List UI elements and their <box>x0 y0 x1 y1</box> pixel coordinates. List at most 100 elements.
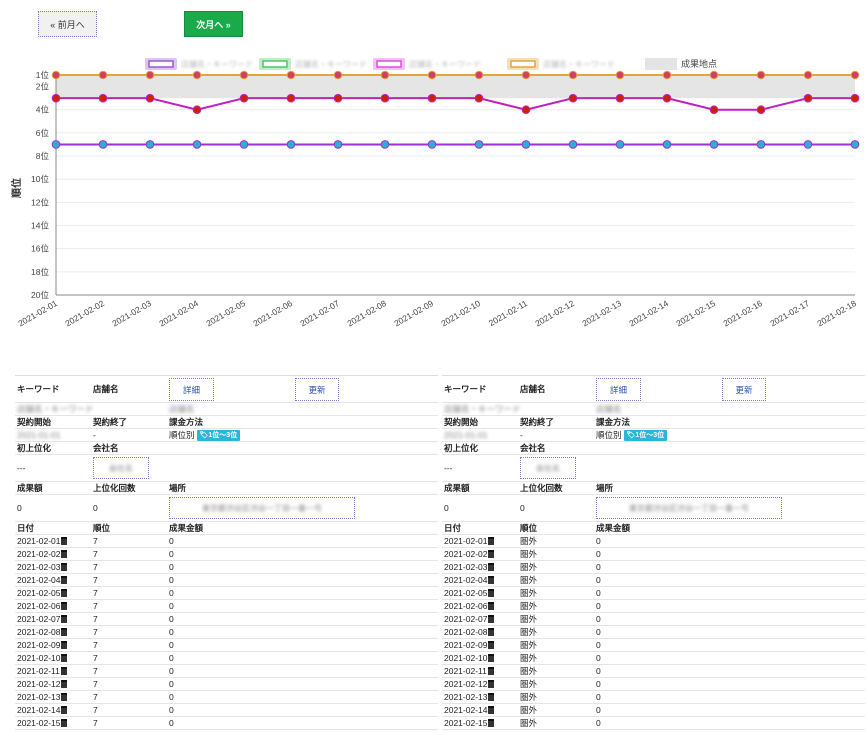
billing-label: 課金方法 <box>596 417 631 427</box>
row-date: 2021-02-08 <box>444 626 495 638</box>
calendar-icon[interactable] <box>488 641 495 649</box>
row-amount: 0 <box>169 536 174 546</box>
table-row: 2021-02-14 圏外 0 <box>442 704 865 717</box>
calendar-icon[interactable] <box>61 628 68 636</box>
row-amount: 0 <box>596 575 601 585</box>
row-date-text: 2021-02-06 <box>17 601 61 611</box>
place-link[interactable]: 東京都渋谷区渋谷一丁目一番一号 <box>596 497 782 519</box>
calendar-icon[interactable] <box>61 550 68 558</box>
data-point <box>521 140 531 149</box>
row-amount: 0 <box>596 588 601 598</box>
legend-goal-swatch <box>645 58 677 70</box>
row-rank: 7 <box>93 614 98 624</box>
calendar-icon[interactable] <box>61 680 68 688</box>
row-rank: 圏外 <box>520 666 538 676</box>
table-row: 2021-02-10 7 0 <box>15 652 438 665</box>
calendar-icon[interactable] <box>488 602 495 610</box>
row-rank: 圏外 <box>520 614 538 624</box>
calendar-icon[interactable] <box>60 667 67 675</box>
calendar-icon[interactable] <box>488 589 495 597</box>
row-amount: 0 <box>169 692 174 702</box>
data-point <box>286 93 296 103</box>
calendar-icon[interactable] <box>61 589 68 597</box>
next-month-button[interactable]: 次月へ » <box>184 11 243 37</box>
row-date-text: 2021-02-05 <box>17 588 61 598</box>
calendar-icon[interactable] <box>487 667 494 675</box>
data-point <box>98 93 108 103</box>
row-date-text: 2021-02-11 <box>17 666 60 676</box>
calendar-icon[interactable] <box>61 719 68 727</box>
calendar-icon[interactable] <box>488 576 495 584</box>
contract-end-value: - <box>520 430 523 440</box>
calendar-icon[interactable] <box>61 576 68 584</box>
calendar-icon[interactable] <box>61 654 68 662</box>
count-label: 上位化回数 <box>93 483 136 493</box>
row-amount: 0 <box>596 653 601 663</box>
amount-value: 0 <box>17 503 22 513</box>
calendar-icon[interactable] <box>488 537 495 545</box>
keyword-panel-1: キーワード 店舗名 詳細 更新 店舗名・キーワード 店舗名 契約開始 契約終了 … <box>15 375 438 730</box>
row-date-text: 2021-02-15 <box>444 718 488 728</box>
contract-value-row: 2021-01-01 - 順位別 🏷 1位〜3位 <box>15 429 438 442</box>
calendar-icon[interactable] <box>61 537 68 545</box>
x-tick-label: 2021-02-09 <box>392 298 435 329</box>
calendar-icon[interactable] <box>488 615 495 623</box>
data-point <box>239 70 249 80</box>
data-point <box>239 93 249 103</box>
update-button[interactable]: 更新 <box>722 378 766 401</box>
calendar-icon[interactable] <box>61 563 68 571</box>
calendar-icon[interactable] <box>61 706 68 714</box>
data-point <box>98 70 108 80</box>
shop-header: 店舗名 <box>93 384 119 394</box>
result-label-row: 成果額 上位化回数 場所 <box>442 482 865 495</box>
keyword-value-row: 店舗名・キーワード 店舗名 <box>442 403 865 416</box>
row-date: 2021-02-03 <box>17 561 68 573</box>
prev-month-button[interactable]: « 前月へ <box>38 11 97 37</box>
y-tick-label: 16位 <box>31 244 49 254</box>
keyword-value: 店舗名・キーワード <box>17 404 94 414</box>
calendar-icon[interactable] <box>488 654 495 662</box>
keyword-panel-2: キーワード 店舗名 詳細 更新 店舗名・キーワード 店舗名 契約開始 契約終了 … <box>442 375 865 730</box>
row-date: 2021-02-11 <box>444 665 494 677</box>
company-link[interactable]: 会社名 <box>93 457 149 479</box>
y-tick-label: 20位 <box>31 290 49 300</box>
calendar-icon[interactable] <box>488 550 495 558</box>
place-link[interactable]: 東京都渋谷区渋谷一丁目一番一号 <box>169 497 355 519</box>
company-link[interactable]: 会社名 <box>520 457 576 479</box>
date-header: 日付 <box>17 523 35 533</box>
row-rank: 圏外 <box>520 705 538 715</box>
calendar-icon[interactable] <box>61 693 68 701</box>
row-date-text: 2021-02-12 <box>444 679 488 689</box>
contract-end-value: - <box>93 430 96 440</box>
update-button[interactable]: 更新 <box>295 378 339 401</box>
row-rank: 圏外 <box>520 627 538 637</box>
data-point <box>286 70 296 80</box>
calendar-icon[interactable] <box>488 563 495 571</box>
calendar-icon[interactable] <box>488 693 495 701</box>
detail-button[interactable]: 詳細 <box>169 378 214 401</box>
detail-button[interactable]: 詳細 <box>596 378 641 401</box>
data-point <box>756 140 766 149</box>
table-row: 2021-02-03 圏外 0 <box>442 561 865 574</box>
legend-label: 店舗名・キーワード <box>409 59 481 69</box>
calendar-icon[interactable] <box>488 706 495 714</box>
table-row: 2021-02-11 7 0 <box>15 665 438 678</box>
calendar-icon[interactable] <box>61 602 68 610</box>
data-point <box>192 140 202 149</box>
data-point <box>286 140 296 149</box>
calendar-icon[interactable] <box>488 719 495 727</box>
x-tick-label: 2021-02-01 <box>16 298 59 329</box>
row-rank: 7 <box>93 692 98 702</box>
row-rank: 圏外 <box>520 692 538 702</box>
x-tick-label: 2021-02-04 <box>157 298 200 329</box>
calendar-icon[interactable] <box>61 615 68 623</box>
calendar-icon[interactable] <box>488 628 495 636</box>
calendar-icon[interactable] <box>488 680 495 688</box>
row-rank: 7 <box>93 705 98 715</box>
first-rank-label: 初上位化 <box>17 443 52 453</box>
data-point <box>474 93 484 103</box>
first-rank-label-row: 初上位化 会社名 <box>15 442 438 455</box>
data-point <box>521 70 531 80</box>
keyword-value: 店舗名・キーワード <box>444 404 521 414</box>
calendar-icon[interactable] <box>61 641 68 649</box>
